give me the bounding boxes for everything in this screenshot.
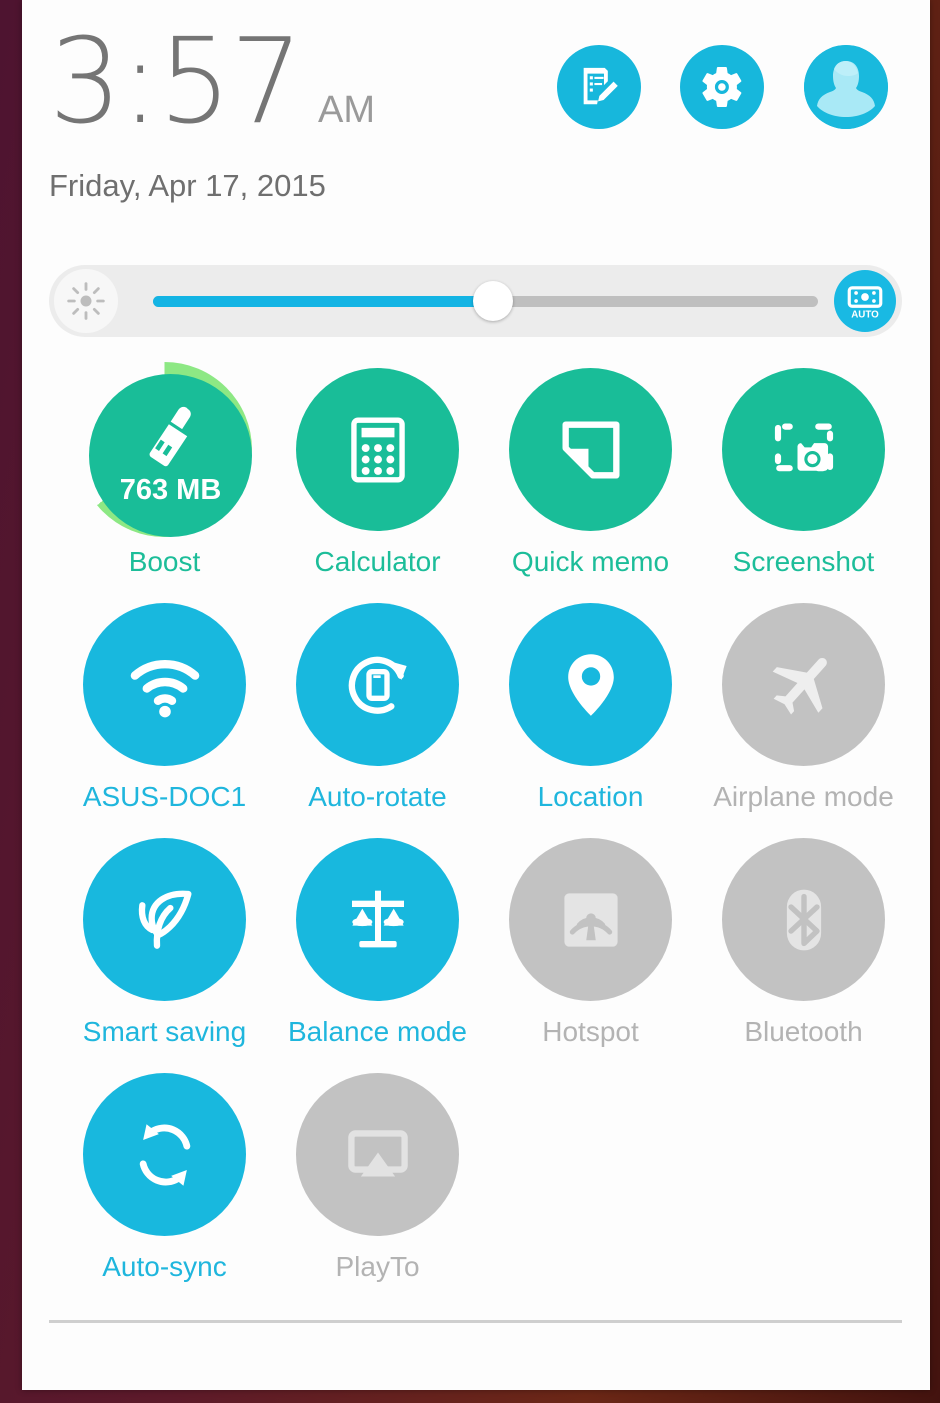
tile-smart-saving[interactable]: Smart saving [58, 838, 271, 1073]
brightness-fill [153, 296, 499, 307]
notifications-divider [49, 1320, 902, 1323]
tile-wifi-label: ASUS-DOC1 [82, 781, 247, 812]
tile-quick-memo-circle[interactable] [509, 368, 672, 531]
tile-auto-rotate-label: Auto-rotate [308, 781, 447, 812]
svg-text:AUTO: AUTO [851, 309, 879, 320]
tile-playto-circle[interactable] [296, 1073, 459, 1236]
tile-boost-circle[interactable]: 763 MB [77, 362, 252, 537]
auto-rotate-icon [338, 645, 418, 725]
tile-hotspot-circle[interactable] [509, 838, 672, 1001]
sticky-note-icon [553, 412, 629, 488]
tile-auto-sync[interactable]: Auto-sync [58, 1073, 271, 1308]
tile-location[interactable]: Location [484, 603, 697, 838]
quick-settings-panel: 3:57 AM Friday, Apr 17, 2015 AUTO 763 MB… [22, 0, 930, 1390]
clock: 3:57 AM [49, 22, 375, 140]
clock-date: Friday, Apr 17, 2015 [49, 168, 326, 203]
tile-hotspot-label: Hotspot [542, 1016, 639, 1047]
tile-auto-rotate[interactable]: Auto-rotate [271, 603, 484, 838]
settings-button[interactable] [680, 45, 764, 129]
tile-calculator-circle[interactable] [296, 368, 459, 531]
notes-button[interactable] [557, 45, 641, 129]
boost-inner: 763 MB [89, 374, 252, 537]
broom-icon [135, 404, 207, 472]
tile-playto-label: PlayTo [335, 1251, 420, 1282]
tile-airplane-mode[interactable]: Airplane mode [697, 603, 910, 838]
tile-screenshot-label: Screenshot [732, 546, 875, 577]
calculator-icon [340, 412, 416, 488]
tile-wifi-circle[interactable] [83, 603, 246, 766]
screenshot-camera-icon [765, 411, 843, 489]
tile-bluetooth-label: Bluetooth [744, 1016, 863, 1047]
tile-quick-memo-label: Quick memo [511, 546, 670, 577]
avatar-icon [804, 45, 888, 129]
tile-airplane-mode-label: Airplane mode [713, 781, 894, 812]
quick-settings-tile-grid: 763 MB Boost Calculator Quick memo Scree… [58, 362, 913, 1308]
tile-hotspot[interactable]: Hotspot [484, 838, 697, 1073]
tile-auto-rotate-circle[interactable] [296, 603, 459, 766]
clock-time: 3:57 [49, 12, 303, 150]
leaf-icon [125, 880, 205, 960]
tile-smart-saving-circle[interactable] [83, 838, 246, 1001]
user-profile-button[interactable] [804, 45, 888, 129]
brightness-slider-bar[interactable]: AUTO [49, 265, 902, 337]
tile-bluetooth[interactable]: Bluetooth [697, 838, 910, 1073]
auto-brightness-button[interactable]: AUTO [834, 270, 896, 332]
tile-calculator[interactable]: Calculator [271, 368, 484, 603]
clock-ampm: AM [317, 89, 375, 131]
tile-auto-sync-label: Auto-sync [102, 1251, 227, 1282]
tile-smart-saving-label: Smart saving [82, 1016, 247, 1047]
airplane-icon [765, 646, 843, 724]
brightness-sun-icon [54, 269, 118, 333]
balance-scales-icon [338, 880, 418, 960]
tile-screenshot[interactable]: Screenshot [697, 368, 910, 603]
tile-calculator-label: Calculator [314, 546, 441, 577]
tile-boost-label: Boost [128, 546, 201, 577]
tile-balance-mode-circle[interactable] [296, 838, 459, 1001]
tile-playto[interactable]: PlayTo [271, 1073, 484, 1308]
tile-quick-memo[interactable]: Quick memo [484, 368, 697, 603]
tile-bluetooth-circle[interactable] [722, 838, 885, 1001]
tile-balance-mode-label: Balance mode [287, 1016, 467, 1047]
auto-brightness-sensor-icon: AUTO [847, 286, 883, 320]
note-edit-icon [576, 64, 622, 110]
bluetooth-icon [766, 882, 842, 958]
tile-balance-mode[interactable]: Balance mode [271, 838, 484, 1073]
tile-location-circle[interactable] [509, 603, 672, 766]
hotspot-tower-icon [553, 882, 629, 958]
cast-icon [340, 1117, 416, 1193]
tile-screenshot-circle[interactable] [722, 368, 885, 531]
panel-header: 3:57 AM Friday, Apr 17, 2015 [22, 0, 930, 245]
tile-airplane-mode-circle[interactable] [722, 603, 885, 766]
sync-arrows-icon [124, 1114, 206, 1196]
phone-screen: 3:57 AM Friday, Apr 17, 2015 AUTO 763 MB… [0, 0, 940, 1403]
location-pin-icon [553, 647, 629, 723]
tile-boost[interactable]: 763 MB Boost [58, 362, 271, 603]
tile-auto-sync-circle[interactable] [83, 1073, 246, 1236]
gear-icon [698, 63, 746, 111]
tile-wifi[interactable]: ASUS-DOC1 [58, 603, 271, 838]
wifi-icon [123, 643, 207, 727]
boost-value: 763 MB [119, 474, 222, 506]
tile-location-label: Location [537, 781, 644, 812]
brightness-thumb[interactable] [472, 281, 513, 321]
